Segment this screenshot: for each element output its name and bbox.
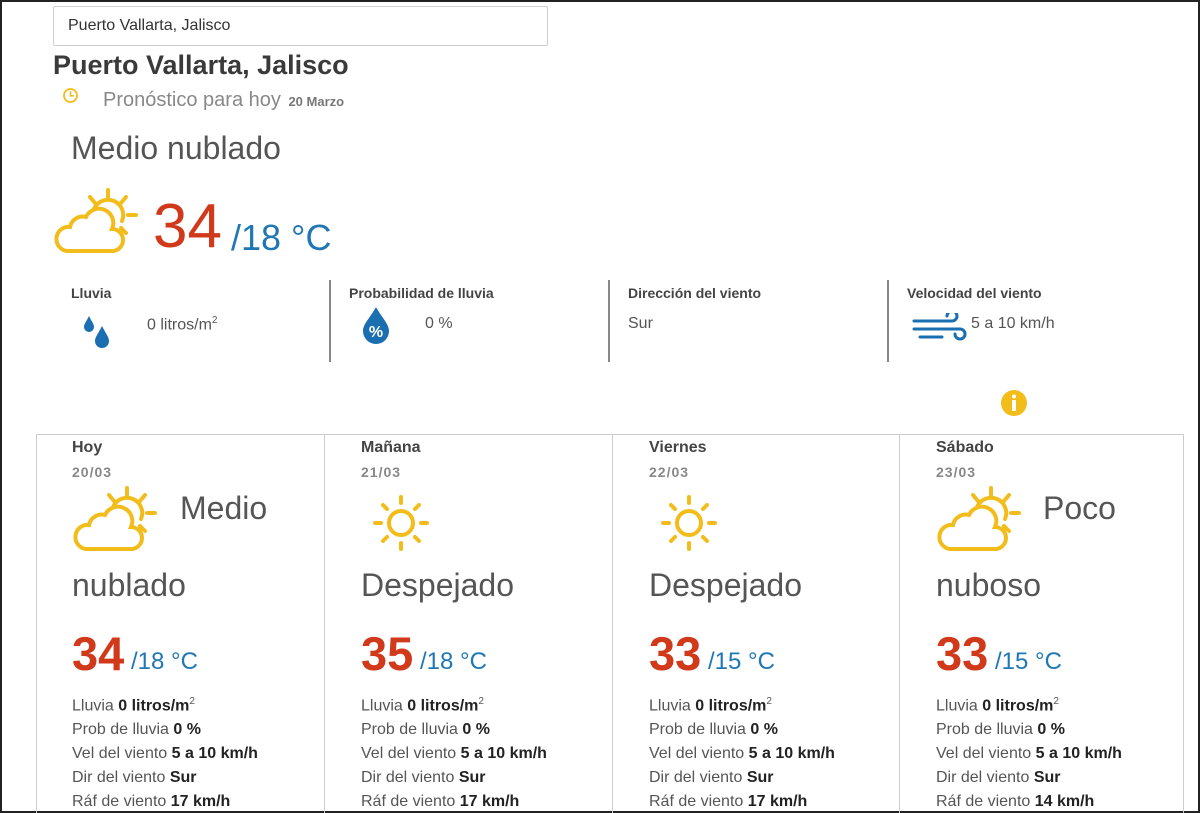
day-wind-row: Vel del viento 5 a 10 km/h [936,744,1122,762]
detail-rain-probability: Probabilidad de lluvia % 0 % [349,280,599,362]
day-details: Lluvia 0 litros/m2 Prob de lluvia 0 % Ve… [936,690,1122,813]
forecast-heading: Pronóstico para hoy 20 Marzo [103,89,344,112]
day-rain-row: Lluvia 0 litros/m2 [361,696,484,715]
day-condition-line2: Despejado [361,567,514,603]
day-temp-max: 33 [936,627,989,680]
day-condition-line2: nublado [72,567,186,603]
divider [608,280,610,362]
forecast-day-today[interactable]: Hoy 20/03 Medio nublado 34 /18 °C Lluvia… [37,435,324,813]
day-dir-row: Dir del viento Sur [72,768,197,786]
day-name: Sábado [936,439,994,456]
day-dir-row: Dir del viento Sur [361,768,486,786]
detail-label: Velocidad del viento [907,285,1042,301]
partly-cloudy-icon [73,486,157,551]
detail-label: Lluvia [71,285,112,301]
current-condition: Medio nublado [71,130,281,166]
rain-probability-icon: % [363,307,389,344]
forecast-day-friday[interactable]: Viernes 22/03 Despejado 33 /15 °C Lluvia… [612,435,899,813]
day-gust-row: Ráf de viento 17 km/h [649,792,808,810]
day-name: Mañana [361,439,421,456]
detail-label: Dirección del viento [628,285,762,301]
svg-text:%: % [369,324,383,341]
day-details: Lluvia 0 litros/m2 Prob de lluvia 0 % Ve… [649,690,835,813]
day-gust-row: Ráf de viento 14 km/h [936,792,1095,810]
day-details: Lluvia 0 litros/m2 Prob de lluvia 0 % Ve… [72,690,258,813]
day-condition-line2: Despejado [649,567,802,603]
info-icon[interactable] [1000,389,1028,417]
day-name: Viernes [649,439,707,456]
detail-label: Probabilidad de lluvia [349,285,494,301]
partly-cloudy-icon [54,188,138,253]
location-search-input[interactable] [53,6,548,46]
day-gust-row: Ráf de viento 17 km/h [361,792,520,810]
day-condition-line1: Medio [180,490,268,526]
detail-wind-direction: Dirección del viento Sur [628,280,878,362]
day-rain-row: Lluvia 0 litros/m2 [72,696,195,715]
day-details: Lluvia 0 litros/m2 Prob de lluvia 0 % Ve… [361,690,547,813]
day-rain-row: Lluvia 0 litros/m2 [936,696,1059,715]
wind-icon [912,313,967,341]
day-name: Hoy [72,439,103,456]
day-wind-row: Vel del viento 5 a 10 km/h [649,744,835,762]
day-prob-row: Prob de lluvia 0 % [936,721,1065,739]
day-temp-max: 34 [72,627,125,680]
forecast-panel: Hoy 20/03 Medio nublado 34 /18 °C Lluvia… [36,434,1184,813]
sun-icon [661,495,717,551]
day-condition-line1: Poco [1043,490,1116,526]
detail-value: 5 a 10 km/h [971,315,1055,332]
day-temp-max: 35 [361,627,414,680]
current-temp-max: 34 [153,192,222,261]
day-condition-line2: nuboso [936,567,1041,603]
forecast-date: 20 Marzo [288,94,345,109]
day-date: 21/03 [361,464,402,480]
day-temp-min: /15 °C [708,648,775,675]
day-temp-min: /15 °C [995,648,1062,675]
day-dir-row: Dir del viento Sur [936,768,1061,786]
day-temp-max: 33 [649,627,702,680]
day-prob-row: Prob de lluvia 0 % [72,721,201,739]
forecast-day-saturday[interactable]: Sábado 23/03 Poco nuboso 33 /15 °C Lluvi… [899,435,1185,813]
day-date: 22/03 [649,464,690,480]
day-wind-row: Vel del viento 5 a 10 km/h [72,744,258,762]
detail-rain: Lluvia 0 litros/m2 [71,280,321,362]
day-temp-min: /18 °C [131,648,198,675]
partly-cloudy-icon [937,486,1021,551]
day-date: 23/03 [936,464,977,480]
divider [887,280,889,362]
sun-icon [373,495,429,551]
day-wind-row: Vel del viento 5 a 10 km/h [361,744,547,762]
detail-value: 0 litros/m2 [147,315,218,334]
day-gust-row: Ráf de viento 17 km/h [72,792,231,810]
divider [329,280,331,362]
detail-wind-speed: Velocidad del viento 5 a 10 km/h [907,280,1167,362]
raindrops-icon [84,316,109,348]
day-prob-row: Prob de lluvia 0 % [361,721,490,739]
day-prob-row: Prob de lluvia 0 % [649,721,778,739]
current-temp-min: /18 °C [231,217,332,258]
day-date: 20/03 [72,464,113,480]
location-title: Puerto Vallarta, Jalisco [53,50,349,80]
day-temp-min: /18 °C [420,648,487,675]
day-dir-row: Dir del viento Sur [649,768,774,786]
detail-value: 0 % [425,315,453,332]
forecast-label: Pronóstico para hoy [103,89,281,111]
clock-icon [63,88,78,103]
day-rain-row: Lluvia 0 litros/m2 [649,696,772,715]
detail-value: Sur [628,315,653,332]
forecast-day-tomorrow[interactable]: Mañana 21/03 Despejado 35 /18 °C Lluvia … [324,435,612,813]
